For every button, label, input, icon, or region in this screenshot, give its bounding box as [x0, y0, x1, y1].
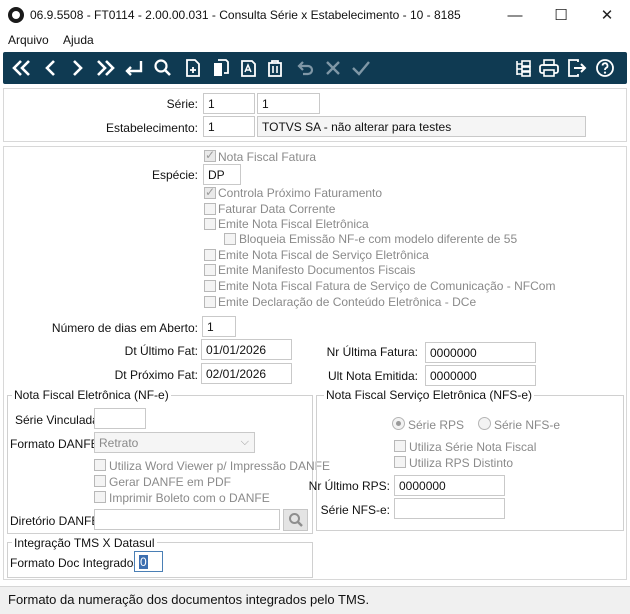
cancel-icon[interactable] — [320, 52, 346, 84]
emite-manifesto-label: Emite Manifesto Documentos Fiscais — [218, 263, 416, 277]
faturar-data-label: Faturar Data Corrente — [218, 202, 336, 216]
nr-ultimo-rps-input[interactable]: 0000000 — [394, 475, 505, 496]
maximize-button[interactable]: ☐ — [546, 4, 576, 26]
app-icon — [8, 7, 24, 23]
word-viewer-checkbox[interactable] — [94, 459, 106, 471]
emite-dce-checkbox[interactable] — [204, 296, 216, 308]
serie-rps-radio[interactable] — [392, 417, 405, 430]
nr-ultima-fatura-input[interactable]: 0000000 — [425, 342, 536, 363]
word-viewer-label: Utiliza Word Viewer p/ Impressão DANFE — [109, 459, 330, 473]
nota-fiscal-fatura-checkbox[interactable] — [204, 148, 216, 162]
dt-proximo-fat-input[interactable]: 02/01/2026 — [201, 363, 292, 384]
add-icon[interactable] — [180, 52, 206, 84]
ult-nota-emitida-input[interactable]: 0000000 — [425, 365, 536, 386]
menu-arquivo[interactable]: Arquivo — [8, 33, 49, 47]
undo-icon[interactable] — [292, 52, 318, 84]
serie-label: Série: — [166, 97, 198, 111]
bloqueia-emissao-checkbox[interactable] — [224, 233, 236, 245]
goto-icon[interactable] — [120, 52, 146, 84]
next-icon[interactable] — [64, 52, 90, 84]
bloqueia-emissao-label: Bloqueia Emissão NF-e com modelo diferen… — [239, 232, 518, 246]
formato-danfe-label: Formato DANFE: — [10, 437, 103, 451]
gerar-pdf-checkbox[interactable] — [94, 475, 106, 487]
emite-nfe-label: Emite Nota Fiscal Eletrônica — [218, 217, 369, 231]
formato-doc-integrados-input[interactable]: 0 — [134, 551, 163, 572]
edit-icon[interactable] — [236, 52, 262, 84]
serie-vinculada-input[interactable] — [94, 408, 146, 429]
last-icon[interactable] — [92, 52, 118, 84]
search-icon[interactable] — [150, 52, 176, 84]
previous-icon[interactable] — [38, 52, 64, 84]
estabelecimento-code-input[interactable]: 1 — [203, 116, 255, 137]
nr-ultimo-rps-label: Nr Último RPS: — [308, 479, 390, 493]
dt-ultimo-fat-input[interactable]: 01/01/2026 — [201, 339, 292, 360]
utiliza-serie-checkbox[interactable] — [394, 440, 406, 452]
emite-nfcom-checkbox[interactable] — [204, 280, 216, 292]
help-icon[interactable] — [592, 52, 618, 84]
serie-vinculada-label: Série Vinculada: — [15, 413, 103, 427]
ult-nota-emitida-label: Ult Nota Emitida: — [327, 369, 418, 383]
exit-icon[interactable] — [564, 52, 590, 84]
utiliza-serie-label: Utiliza Série Nota Fiscal — [409, 440, 537, 454]
serie-rps-label: Série RPS — [408, 418, 465, 432]
imprimir-boleto-label: Imprimir Boleto com o DANFE — [109, 491, 270, 505]
dias-aberto-input[interactable]: 1 — [202, 316, 236, 337]
serie-nfse-radio[interactable] — [478, 417, 491, 430]
serie-nfse-input[interactable] — [394, 498, 505, 519]
serie-nfse-radio-label: Série NFS-e — [494, 418, 561, 432]
tms-group-title: Integração TMS X Datasul — [12, 536, 157, 550]
nfe-group-title: Nota Fiscal Eletrônica (NF-e) — [12, 388, 171, 402]
utiliza-rps-label: Utiliza RPS Distinto — [409, 456, 514, 470]
especie-label: Espécie: — [151, 168, 198, 182]
chevron-down-icon: ⌵ — [240, 436, 249, 448]
emite-dce-label: Emite Declaração de Conteúdo Eletrônica … — [218, 295, 477, 309]
formato-doc-integrados-label: Formato Doc Integrados: — [10, 556, 143, 570]
faturar-data-checkbox[interactable] — [204, 203, 216, 215]
especie-input[interactable]: DP — [203, 164, 241, 185]
dt-ultimo-fat-label: Dt Último Fat: — [124, 344, 198, 358]
menu-ajuda[interactable]: Ajuda — [63, 33, 94, 47]
controla-proximo-checkbox[interactable] — [204, 185, 216, 199]
formato-danfe-select[interactable]: Retrato ⌵ — [94, 432, 255, 453]
nota-fiscal-fatura-label: Nota Fiscal Fatura — [218, 150, 317, 164]
status-text: Formato da numeração dos documentos inte… — [8, 592, 370, 607]
emite-manifesto-checkbox[interactable] — [204, 264, 216, 276]
confirm-icon[interactable] — [348, 52, 374, 84]
tree-icon[interactable] — [510, 52, 536, 84]
controla-proximo-label: Controla Próximo Faturamento — [218, 186, 383, 200]
diretorio-danfe-input[interactable] — [94, 509, 280, 530]
first-icon[interactable] — [9, 52, 35, 84]
copy-icon[interactable] — [208, 52, 234, 84]
diretorio-danfe-label: Diretório DANFE: — [10, 514, 103, 528]
estabelecimento-name-field: TOTVS SA - não alterar para testes — [257, 116, 586, 137]
serie-nfse-label: Série NFS-e: — [320, 503, 390, 517]
emite-nfse-label: Emite Nota Fiscal de Serviço Eletrônica — [218, 248, 429, 262]
estabelecimento-label: Estabelecimento: — [105, 121, 198, 135]
formato-danfe-value: Retrato — [99, 436, 139, 450]
edit-doc-icon[interactable] — [262, 52, 288, 84]
dias-aberto-label: Número de dias em Aberto: — [51, 321, 198, 335]
serie-input-2[interactable]: 1 — [257, 93, 320, 114]
menu-bar — [0, 30, 630, 50]
window-title: 06.9.5508 - FT0114 - 2.00.00.031 - Consu… — [30, 8, 461, 22]
minimize-button[interactable]: — — [500, 4, 530, 26]
serie-input[interactable]: 1 — [203, 93, 255, 114]
close-button[interactable]: ✕ — [592, 4, 622, 26]
print-icon[interactable] — [536, 52, 562, 84]
formato-doc-integrados-value: 0 — [139, 555, 148, 569]
utiliza-rps-checkbox[interactable] — [394, 456, 406, 468]
imprimir-boleto-checkbox[interactable] — [94, 491, 106, 503]
emite-nfse-checkbox[interactable] — [204, 249, 216, 261]
emite-nfcom-label: Emite Nota Fiscal Fatura de Serviço de C… — [218, 279, 556, 293]
dt-proximo-fat-label: Dt Próximo Fat: — [114, 368, 198, 382]
nr-ultima-fatura-label: Nr Última Fatura: — [326, 345, 418, 359]
gerar-pdf-label: Gerar DANFE em PDF — [109, 475, 232, 489]
nfse-group-title: Nota Fiscal Serviço Eletrônica (NFS-e) — [324, 388, 535, 402]
emite-nfe-checkbox[interactable] — [204, 218, 216, 230]
